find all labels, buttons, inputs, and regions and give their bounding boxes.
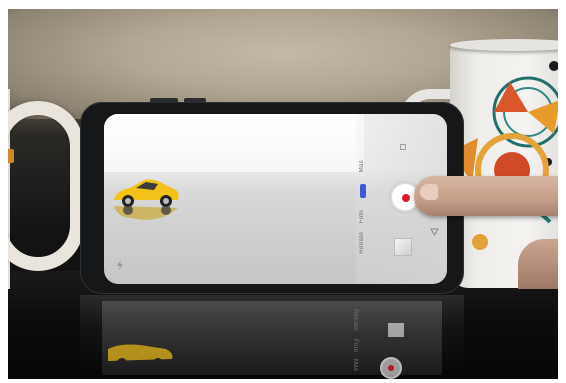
photo-frame: Retrato Foto Mas Retrato Foto Mas [8,9,558,379]
viewfinder-light-area [104,114,364,172]
reflection-toy-car [108,344,173,368]
pointing-finger [414,176,558,216]
volume-button-2 [184,98,206,103]
flash-icon[interactable] [116,260,124,272]
mode-label-retrato[interactable]: Retrato [359,232,365,254]
reflection-gallery-thumbnail [388,323,404,337]
reflection-label-retrato: Retrato [352,309,358,331]
fingernail [420,184,438,200]
reflection-label-mas: Mas [352,359,358,372]
reflection-shutter [380,357,402,379]
mode-label-mas[interactable]: Mas [359,160,365,172]
hand-knuckles [518,239,558,289]
reflection-record-dot [388,365,394,371]
left-mug-handle [8,101,84,271]
volume-button [150,98,178,103]
switch-camera-icon[interactable] [430,228,439,238]
settings-icon[interactable] [400,144,406,152]
smartphone: Retrato Foto Mas [80,98,464,294]
gallery-thumbnail-icon[interactable] [394,238,412,256]
reflection-label-foto: Foto [352,339,358,353]
left-mug-detail [8,149,14,163]
toy-car-icon [114,179,179,220]
active-mode-indicator [360,184,366,198]
mode-label-foto[interactable]: Foto [359,210,365,223]
camera-viewfinder[interactable]: Retrato Foto Mas [104,114,447,284]
record-dot-icon [402,194,410,202]
